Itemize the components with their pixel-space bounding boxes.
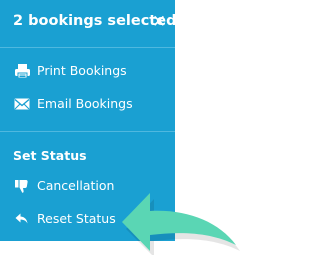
email-bookings-label: Email Bookings (37, 96, 133, 111)
pointer-arrow-icon (122, 193, 240, 255)
cancellation-label: Cancellation (37, 178, 115, 193)
email-bookings-item[interactable]: Email Bookings (0, 90, 175, 118)
canvas: 2 bookings selected ✕ Print Bookings Ema… (0, 0, 241, 255)
print-bookings-item[interactable]: Print Bookings (0, 57, 175, 85)
divider (0, 131, 175, 132)
envelope-icon (14, 96, 31, 112)
set-status-heading: Set Status (13, 148, 87, 163)
printer-icon (14, 63, 31, 79)
reset-status-label: Reset Status (37, 211, 116, 226)
close-icon[interactable]: ✕ (151, 12, 167, 32)
panel-header: 2 bookings selected ✕ (0, 0, 176, 48)
reply-icon (14, 211, 31, 227)
print-bookings-label: Print Bookings (37, 63, 127, 78)
thumbs-down-icon (14, 178, 31, 194)
